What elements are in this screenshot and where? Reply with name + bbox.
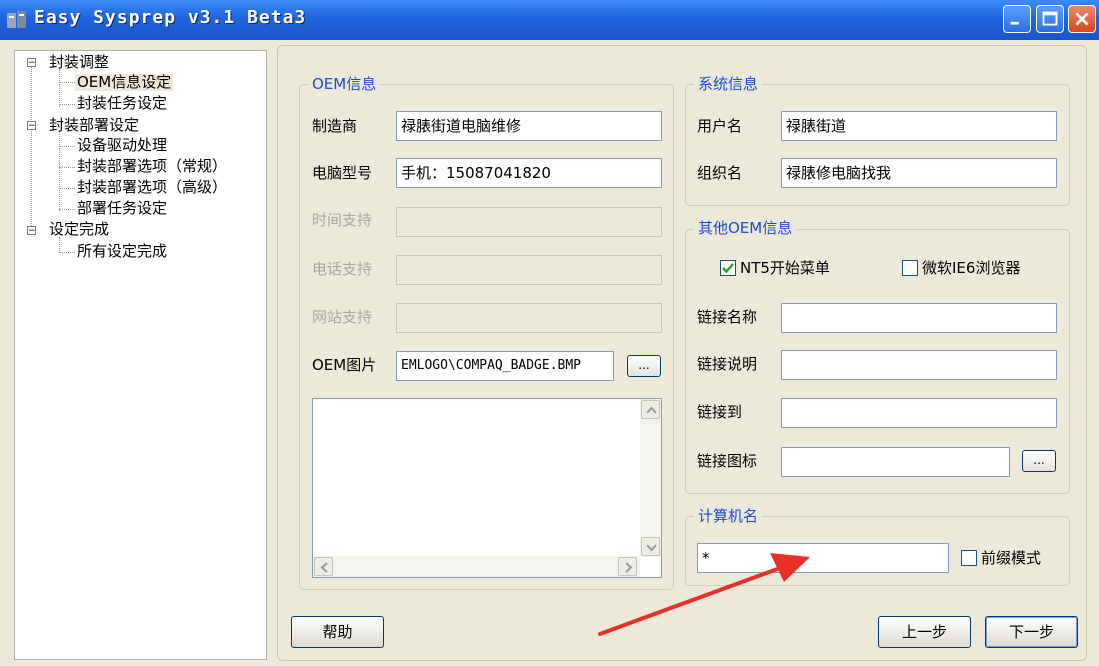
- computer-name-title: 计算机名: [694, 507, 763, 525]
- close-button[interactable]: [1068, 5, 1096, 33]
- link-icon-label: 链接图标: [697, 452, 758, 470]
- system-info-title: 系统信息: [694, 75, 763, 93]
- settings-tree[interactable]: − 封装调整 OEM信息设定 封装任务设定 − 封装部署设定 设备驱动处理 封装…: [14, 50, 267, 660]
- tree-expander[interactable]: −: [27, 58, 36, 68]
- previous-button[interactable]: 上一步: [878, 616, 971, 648]
- oem-picture-field[interactable]: EMLOGO\COMPAQ_BADGE.BMP: [396, 351, 614, 381]
- scroll-right-button[interactable]: [618, 557, 637, 576]
- link-description-label: 链接说明: [697, 355, 758, 373]
- organization-label: 组织名: [697, 164, 743, 182]
- checkmark-icon: [722, 263, 734, 274]
- minimize-button[interactable]: [1003, 5, 1031, 33]
- memo-horizontal-scrollbar[interactable]: [313, 556, 640, 577]
- link-name-field[interactable]: [781, 303, 1057, 333]
- tree-line: [59, 237, 60, 253]
- tree-expander[interactable]: −: [27, 226, 36, 236]
- tree-line: [31, 66, 32, 230]
- tree-line: [59, 69, 60, 107]
- tree-node-deploy-options-advanced[interactable]: 封装部署选项（高级）: [77, 179, 227, 196]
- memo-vertical-scrollbar[interactable]: [640, 399, 661, 557]
- oem-memo[interactable]: [312, 398, 662, 578]
- oem-picture-browse-button[interactable]: ...: [627, 355, 661, 377]
- maximize-button[interactable]: [1036, 5, 1064, 33]
- ie6-browser-label[interactable]: 微软IE6浏览器: [922, 259, 1020, 277]
- tree-line: [59, 146, 75, 147]
- window-title: Easy Sysprep v3.1 Beta3: [34, 7, 307, 28]
- chevron-up-icon: [646, 406, 657, 414]
- next-button[interactable]: 下一步: [985, 616, 1078, 648]
- tree-node-deploy-tasks[interactable]: 部署任务设定: [77, 200, 167, 217]
- link-to-field[interactable]: [781, 398, 1057, 428]
- link-description-field[interactable]: [781, 350, 1057, 380]
- tree-node-driver-processing[interactable]: 设备驱动处理: [77, 137, 167, 154]
- tree-line: [59, 188, 75, 189]
- oem-info-title: OEM信息: [308, 75, 381, 93]
- link-name-label: 链接名称: [697, 308, 758, 326]
- prefix-mode-checkbox[interactable]: [961, 550, 977, 566]
- maximize-icon: [1042, 11, 1058, 26]
- scroll-down-button[interactable]: [641, 537, 660, 556]
- web-support-field: [396, 303, 662, 333]
- tree-node-all-complete[interactable]: 所有设定完成: [77, 243, 167, 260]
- model-label: 电脑型号: [312, 164, 373, 182]
- computer-name-field[interactable]: *: [697, 543, 949, 573]
- oem-picture-label: OEM图片: [312, 356, 377, 374]
- user-name-field[interactable]: 禄脿街道: [781, 111, 1057, 141]
- scroll-left-button[interactable]: [314, 557, 333, 576]
- tree-node-oem-info[interactable]: OEM信息设定: [75, 74, 174, 91]
- tree-line: [59, 167, 75, 168]
- scroll-up-button[interactable]: [641, 400, 660, 419]
- link-icon-browse-button[interactable]: ...: [1022, 450, 1056, 472]
- tree-node-deploy-settings[interactable]: 封装部署设定: [49, 117, 139, 134]
- link-icon-field[interactable]: [781, 447, 1010, 477]
- tree-node-package-adjust[interactable]: 封装调整: [49, 54, 109, 71]
- tree-line: [59, 252, 75, 253]
- help-button[interactable]: 帮助: [291, 616, 384, 648]
- nt5-start-menu-checkbox[interactable]: [720, 260, 736, 276]
- tree-node-package-tasks[interactable]: 封装任务设定: [77, 95, 167, 112]
- phone-support-label: 电话支持: [312, 260, 373, 278]
- ie6-browser-checkbox[interactable]: [902, 260, 918, 276]
- tree-line: [59, 131, 60, 211]
- phone-support-field: [396, 255, 662, 285]
- other-oem-title: 其他OEM信息: [694, 219, 797, 237]
- web-support-label: 网站支持: [312, 308, 373, 326]
- model-field[interactable]: 手机：15087041820: [396, 158, 662, 188]
- manufacturer-label: 制造商: [312, 117, 358, 135]
- tree-line: [59, 104, 75, 105]
- tree-node-setup-complete[interactable]: 设定完成: [49, 221, 109, 238]
- prefix-mode-label[interactable]: 前缀模式: [981, 549, 1041, 567]
- link-to-label: 链接到: [697, 403, 743, 421]
- close-icon: [1075, 12, 1089, 26]
- title-bar: Easy Sysprep v3.1 Beta3: [0, 0, 1099, 40]
- chevron-left-icon: [320, 562, 328, 573]
- organization-field[interactable]: 禄脿修电脑找我: [781, 158, 1057, 188]
- user-name-label: 用户名: [697, 117, 743, 135]
- tree-expander[interactable]: −: [27, 121, 36, 131]
- tree-line: [59, 209, 75, 210]
- minimize-icon: [1010, 21, 1019, 25]
- time-support-field: [396, 207, 662, 237]
- nt5-start-menu-label[interactable]: NT5开始菜单: [740, 259, 830, 277]
- time-support-label: 时间支持: [312, 211, 373, 229]
- chevron-down-icon: [646, 544, 657, 552]
- tree-line: [59, 82, 75, 83]
- chevron-right-icon: [625, 562, 633, 573]
- tree-node-deploy-options-general[interactable]: 封装部署选项（常规）: [77, 158, 227, 175]
- manufacturer-field[interactable]: 禄脿街道电脑维修: [396, 111, 662, 141]
- app-icon: [7, 11, 26, 28]
